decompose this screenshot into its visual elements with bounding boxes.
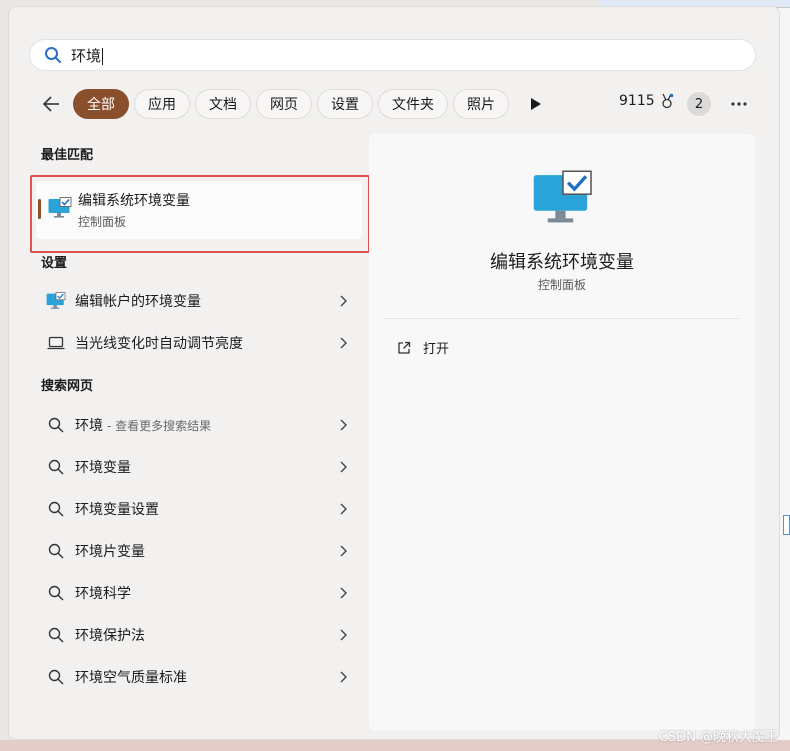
web-result-label: 环境片变量 <box>75 544 145 560</box>
text-caret <box>102 47 104 65</box>
tab-settings[interactable]: 设置 <box>317 89 373 119</box>
tab-documents[interactable]: 文档 <box>195 89 251 119</box>
tab-all[interactable]: 全部 <box>73 89 129 119</box>
points-value: 9115 <box>619 93 655 109</box>
best-match-item[interactable]: 编辑系统环境变量 控制面板 <box>36 181 362 239</box>
open-action-label: 打开 <box>423 342 450 357</box>
web-result-hint: - 查看更多搜索结果 <box>107 419 212 433</box>
chevron-right-icon <box>340 587 347 599</box>
search-icon <box>45 624 67 646</box>
search-input[interactable]: 环境 <box>71 45 104 66</box>
play-icon <box>531 98 541 110</box>
section-settings: 设置 <box>41 256 68 271</box>
search-icon <box>45 47 61 63</box>
settings-item-label: 当光线变化时自动调节亮度 <box>75 336 243 352</box>
filter-bar: 全部 应用 文档 网页 设置 文件夹 照片 <box>39 89 550 119</box>
divider <box>385 318 739 319</box>
search-icon <box>45 582 67 604</box>
system-properties-icon <box>533 170 592 223</box>
tab-folders[interactable]: 文件夹 <box>378 89 448 119</box>
search-icon <box>45 414 67 436</box>
open-external-icon <box>398 341 411 354</box>
section-web-search: 搜索网页 <box>41 379 94 394</box>
search-icon <box>45 540 67 562</box>
web-result-label: 环境变量 <box>75 460 131 476</box>
chevron-right-icon <box>340 337 347 349</box>
search-icon <box>45 498 67 520</box>
web-result-label: 环境科学 <box>75 586 131 602</box>
preview-title: 编辑系统环境变量 <box>490 252 634 273</box>
web-result-label: 环境空气质量标准 <box>75 670 187 686</box>
chevron-right-icon <box>340 545 347 557</box>
rewards-points[interactable]: 9115 <box>619 93 674 109</box>
system-properties-icon <box>48 197 72 218</box>
watermark: CSDN @晚秋大魔王 <box>658 730 778 745</box>
web-result-item[interactable]: 环境空气质量标准 <box>39 660 349 694</box>
preview-pane: 编辑系统环境变量 控制面板 打开 <box>369 134 755 730</box>
search-panel: 环境 全部 应用 文档 网页 设置 文件夹 照片 9115 2 最佳匹配 编辑系… <box>8 6 780 740</box>
more-options-button[interactable] <box>729 95 749 113</box>
system-properties-icon <box>45 290 67 312</box>
chevron-right-icon <box>340 629 347 641</box>
best-match-subtitle: 控制面板 <box>78 215 127 229</box>
web-result-item[interactable]: 环境变量 <box>39 450 349 484</box>
laptop-icon <box>45 332 67 354</box>
web-result-label: 环境保护法 <box>75 628 145 644</box>
web-result-label: 环境变量设置 <box>75 502 159 518</box>
settings-item-brightness[interactable]: 当光线变化时自动调节亮度 <box>39 326 349 360</box>
web-result-item[interactable]: 环境片变量 <box>39 534 349 568</box>
medal-icon <box>661 93 673 109</box>
chevron-right-icon <box>340 503 347 515</box>
settings-item-account-env[interactable]: 编辑帐户的环境变量 <box>39 284 349 318</box>
best-match-title: 编辑系统环境变量 <box>78 193 190 209</box>
background-window-edge <box>783 515 790 535</box>
search-box[interactable]: 环境 <box>29 39 756 71</box>
search-icon <box>45 456 67 478</box>
section-best-match: 最佳匹配 <box>41 148 94 163</box>
web-result-item[interactable]: 环境 - 查看更多搜索结果 <box>39 408 349 442</box>
open-action[interactable]: 打开 <box>397 338 449 357</box>
web-result-item[interactable]: 环境变量设置 <box>39 492 349 526</box>
ellipsis-icon <box>731 102 747 106</box>
chevron-right-icon <box>340 295 347 307</box>
tab-web[interactable]: 网页 <box>256 89 312 119</box>
back-button[interactable] <box>39 92 63 116</box>
chevron-right-icon <box>340 671 347 683</box>
web-result-item[interactable]: 环境保护法 <box>39 618 349 652</box>
preview-subtitle: 控制面板 <box>537 278 586 292</box>
account-badge[interactable]: 2 <box>687 92 711 116</box>
best-match-highlight: 编辑系统环境变量 控制面板 <box>30 175 370 253</box>
tab-apps[interactable]: 应用 <box>134 89 190 119</box>
chevron-right-icon <box>340 461 347 473</box>
chevron-right-icon <box>340 419 347 431</box>
tab-photos[interactable]: 照片 <box>453 89 509 119</box>
arrow-left-icon <box>42 96 59 112</box>
web-result-label: 环境 - 查看更多搜索结果 <box>75 418 212 434</box>
more-filters-button[interactable] <box>522 90 550 118</box>
web-result-item[interactable]: 环境科学 <box>39 576 349 610</box>
selection-accent <box>38 199 41 219</box>
settings-item-label: 编辑帐户的环境变量 <box>75 294 201 310</box>
search-icon <box>45 666 67 688</box>
